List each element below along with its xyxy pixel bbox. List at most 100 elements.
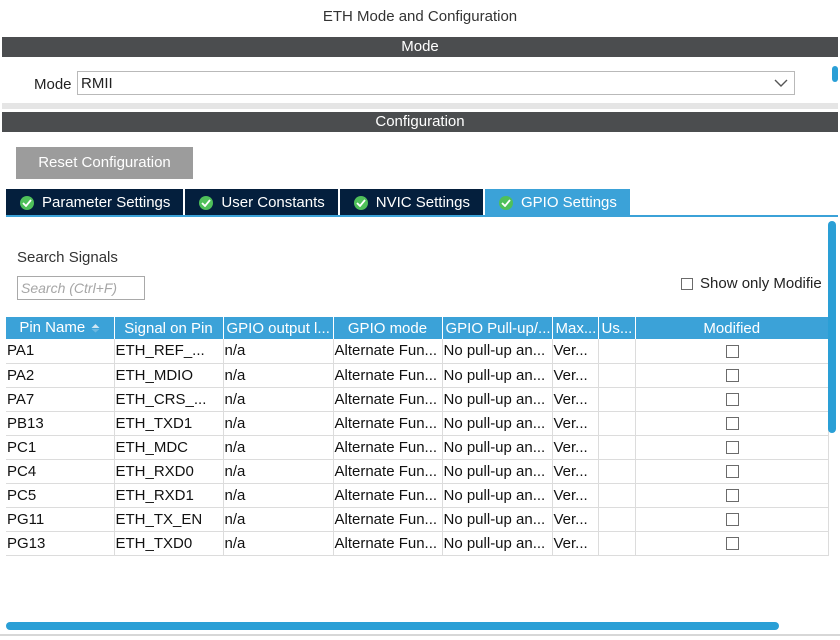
table-row[interactable]: PA2 ETH_MDIO n/a Alternate Fun... No pull-up…: [6, 363, 829, 388]
tab-parameter-settings[interactable]: Parameter Settings: [6, 189, 184, 216]
table-cell: [598, 411, 636, 436]
column-header[interactable]: Us...: [597, 317, 635, 339]
table-cell: Ver...: [552, 459, 599, 484]
table-cell: ETH_TXD1: [114, 411, 224, 436]
modified-checkbox[interactable]: [725, 417, 739, 431]
mode-section-header: Mode: [2, 37, 838, 57]
column-header[interactable]: GPIO output l...: [222, 317, 333, 339]
mode-select-value: RMII: [81, 75, 113, 92]
table-row[interactable]: PC4 ETH_RXD0 n/a Alternate Fun... No pull-up…: [6, 459, 829, 484]
mode-select[interactable]: RMII: [77, 71, 795, 95]
table-cell: Ver...: [552, 387, 599, 412]
table-cell: Alternate Fun...: [333, 339, 443, 364]
modified-checkbox[interactable]: [725, 344, 739, 358]
column-header-label: Modified: [703, 319, 761, 337]
check-circle-icon: [353, 195, 368, 210]
table-row[interactable]: PC1 ETH_MDC n/a Alternate Fun... No pull-up …: [6, 435, 829, 460]
table-cell: [598, 483, 636, 508]
modified-cell: [635, 411, 829, 436]
table-cell: n/a: [223, 411, 334, 436]
vertical-scrollbar[interactable]: [828, 221, 836, 433]
table-cell: PA2: [6, 363, 115, 388]
show-only-modified-checkbox[interactable]: [681, 277, 693, 290]
gpio-signal-table: Pin Name Signal on Pin GPIO output l... GPI…: [6, 317, 829, 556]
table-row[interactable]: PG13 ETH_TXD0 n/a Alternate Fun... No pull-u…: [6, 531, 829, 556]
table-cell: Alternate Fun...: [333, 387, 443, 412]
modified-cell: [635, 363, 829, 388]
show-only-modified-label: Show only Modifie: [700, 275, 822, 292]
modified-checkbox[interactable]: [725, 513, 739, 527]
modified-checkbox[interactable]: [725, 489, 739, 503]
column-header-label: GPIO output l...: [226, 319, 330, 337]
table-cell: Alternate Fun...: [333, 459, 443, 484]
table-cell: [598, 435, 636, 460]
table-cell: ETH_RXD1: [114, 483, 224, 508]
table-row[interactable]: PA1 ETH_REF_... n/a Alternate Fun... No pull…: [6, 339, 829, 364]
table-cell: PB13: [6, 411, 115, 436]
table-row[interactable]: PC5 ETH_RXD1 n/a Alternate Fun... No pull-up…: [6, 483, 829, 508]
table-cell: PA7: [6, 387, 115, 412]
table-cell: [598, 531, 636, 556]
table-cell: Alternate Fun...: [333, 531, 443, 556]
table-cell: n/a: [223, 483, 334, 508]
check-circle-icon: [499, 195, 513, 210]
modified-checkbox[interactable]: [725, 369, 739, 383]
table-cell: n/a: [223, 507, 334, 532]
tab-nvic-settings[interactable]: NVIC Settings: [339, 189, 483, 216]
table-cell: ETH_TXD0: [114, 531, 224, 556]
modified-checkbox[interactable]: [725, 393, 739, 407]
tab-user-constants[interactable]: User Constants: [185, 189, 338, 216]
sort-ascending-icon[interactable]: [91, 320, 100, 337]
table-cell: n/a: [223, 387, 334, 412]
table-cell: [598, 459, 636, 484]
table-row[interactable]: PA7 ETH_CRS_... n/a Alternate Fun... No pull…: [6, 387, 829, 412]
table-cell: Alternate Fun...: [333, 507, 443, 532]
table-cell: [598, 507, 636, 532]
table-cell: PG13: [6, 531, 115, 556]
table-cell: PC5: [6, 483, 115, 508]
table-cell: Alternate Fun...: [333, 435, 443, 460]
table-row[interactable]: PB13 ETH_TXD1 n/a Alternate Fun... No pull-u…: [6, 411, 829, 436]
table-cell: ETH_REF_...: [114, 339, 224, 364]
mode-label: Mode: [34, 76, 72, 93]
table-cell: n/a: [223, 459, 334, 484]
column-header-label: GPIO Pull-up/...: [445, 319, 551, 337]
column-header-label: Signal on Pin: [124, 319, 213, 337]
configuration-section-header: Configuration: [2, 112, 838, 132]
column-header[interactable]: Signal on Pin: [113, 317, 223, 339]
tab-gpio-settings[interactable]: GPIO Settings: [485, 189, 630, 216]
table-cell: Ver...: [552, 363, 599, 388]
reset-configuration-button[interactable]: Reset Configuration: [16, 147, 193, 179]
mode-scrollbar[interactable]: [832, 66, 838, 82]
show-only-modified-toggle[interactable]: Show only Modifie: [681, 275, 822, 292]
table-cell: Ver...: [552, 483, 599, 508]
table-cell: n/a: [223, 531, 334, 556]
column-header-label: GPIO mode: [347, 319, 428, 337]
table-cell: No pull-up an...: [442, 339, 553, 364]
table-cell: No pull-up an...: [442, 363, 553, 388]
column-header[interactable]: GPIO mode: [332, 317, 442, 339]
table-row[interactable]: PG11 ETH_TX_EN n/a Alternate Fun... No pull-…: [6, 507, 829, 532]
modified-checkbox[interactable]: [725, 441, 739, 455]
table-cell: [598, 387, 636, 412]
tab-label: User Constants: [221, 194, 325, 211]
tab-label: Parameter Settings: [42, 194, 171, 211]
table-header-row: Pin Name Signal on Pin GPIO output l... GPI…: [6, 317, 828, 339]
table-cell: PC4: [6, 459, 115, 484]
column-header[interactable]: Max...: [551, 317, 598, 339]
check-circle-icon: [20, 195, 34, 210]
column-header-label: Pin Name: [19, 319, 86, 337]
table-cell: ETH_MDC: [114, 435, 224, 460]
modified-cell: [635, 459, 829, 484]
modified-cell: [635, 435, 829, 460]
column-header[interactable]: Pin Name: [6, 317, 114, 339]
config-tabs: Parameter Settings User Constants NVIC Set…: [6, 189, 632, 216]
search-input[interactable]: [17, 276, 145, 300]
horizontal-scrollbar[interactable]: [6, 622, 779, 630]
modified-checkbox[interactable]: [725, 465, 739, 479]
bottom-divider: [0, 634, 840, 636]
column-header[interactable]: GPIO Pull-up/...: [441, 317, 552, 339]
modified-checkbox[interactable]: [725, 537, 739, 551]
column-header[interactable]: Modified: [634, 317, 828, 339]
modified-cell: [635, 507, 829, 532]
